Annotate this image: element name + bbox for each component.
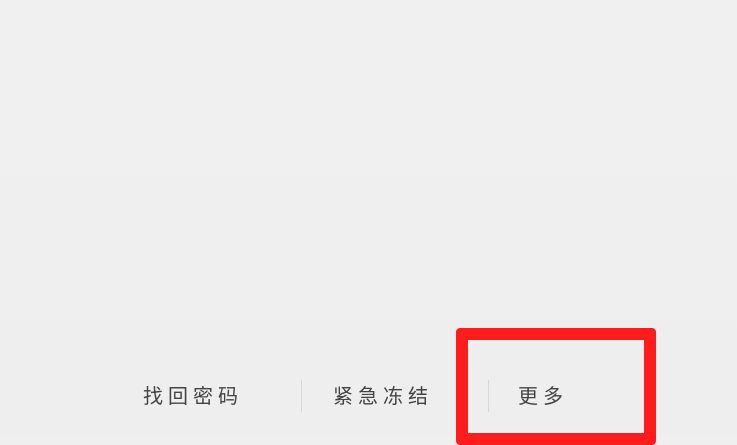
retrieve-password-link[interactable]: 找回密码	[143, 382, 243, 410]
login-screen-background	[0, 0, 737, 435]
emergency-freeze-link[interactable]: 紧急冻结	[333, 382, 433, 410]
divider	[488, 380, 489, 412]
divider	[301, 380, 302, 412]
bottom-links-bar: 找回密码 紧急冻结 更多	[138, 372, 598, 422]
more-link[interactable]: 更多	[518, 382, 568, 410]
